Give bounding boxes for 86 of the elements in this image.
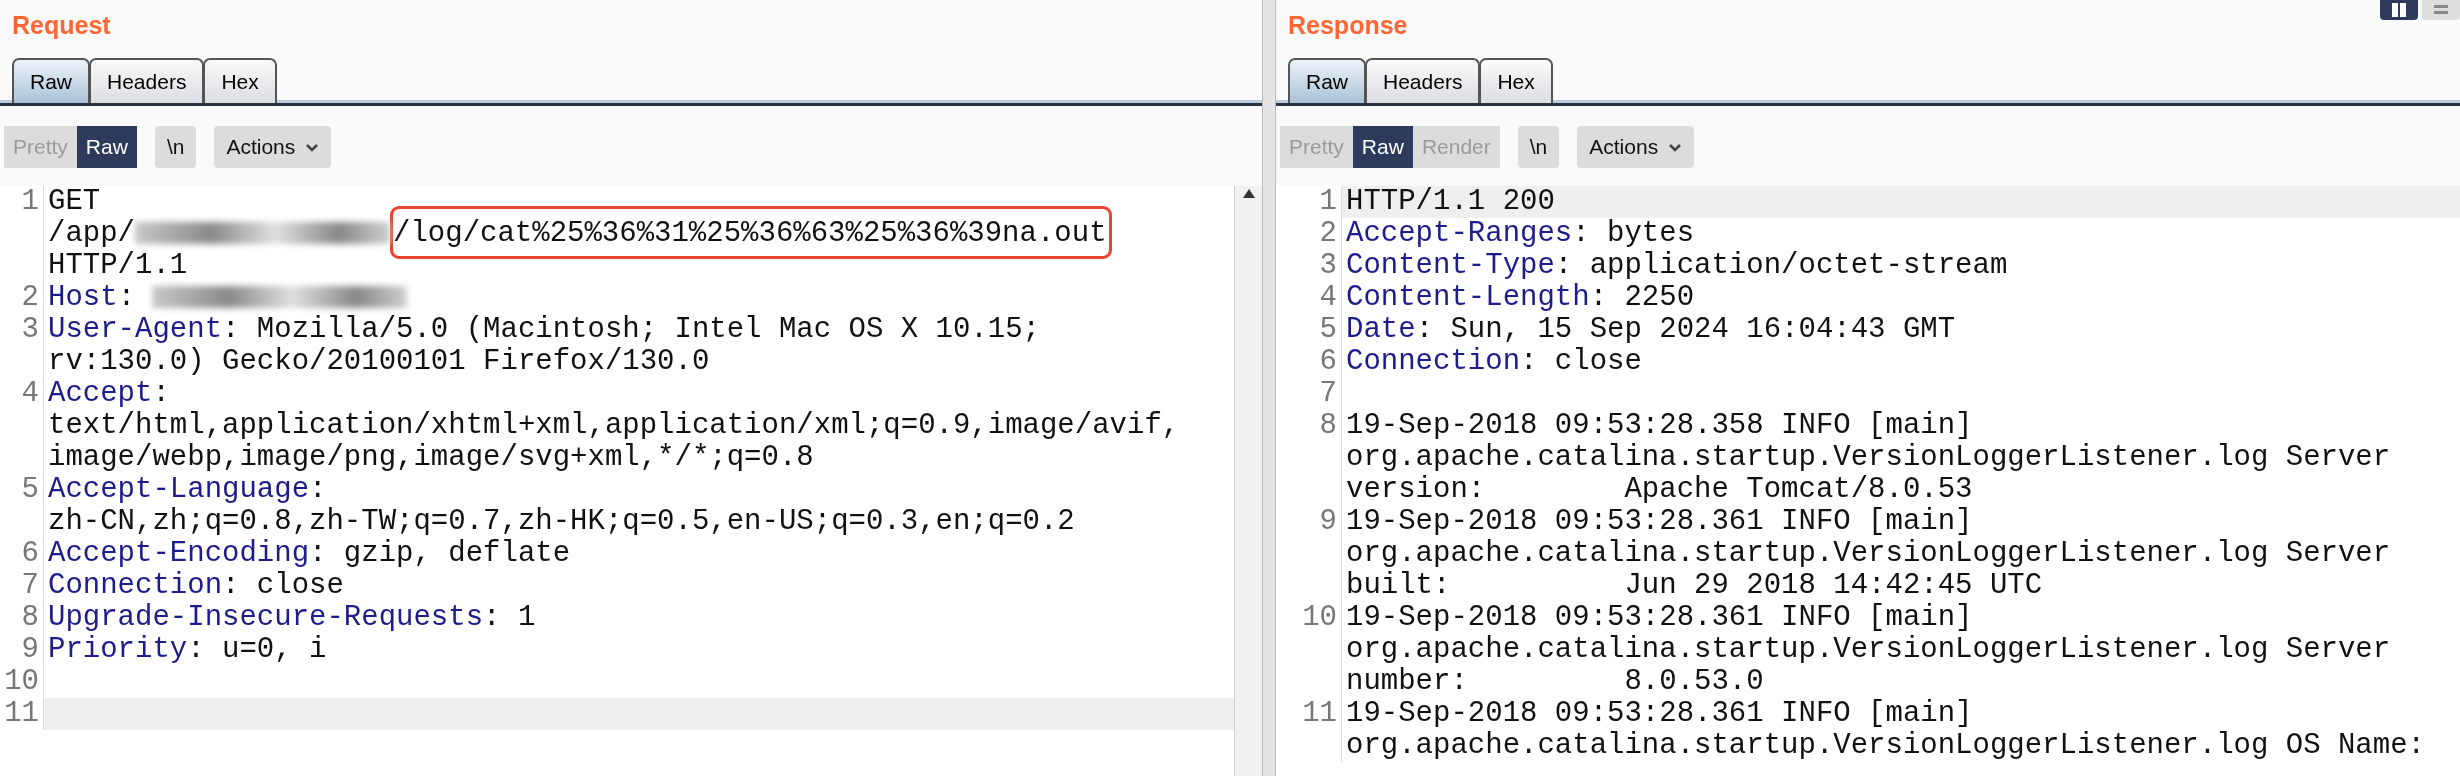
- tab[interactable]: Raw: [12, 57, 90, 103]
- caret-icon: [1668, 141, 1683, 152]
- tab[interactable]: Headers: [89, 57, 205, 103]
- pane-title: Response: [1288, 10, 1408, 41]
- code-text: version: Apache Tomcat/8.0.53: [1346, 472, 1973, 506]
- header-name: Accept-Ranges: [1346, 216, 1573, 250]
- actions-button[interactable]: Actions: [214, 126, 332, 168]
- line-number: 1: [0, 185, 44, 282]
- caret-icon: [305, 141, 320, 152]
- line-number: 7: [0, 569, 44, 602]
- tab[interactable]: Hex: [1479, 57, 1553, 103]
- header-name: Connection: [1346, 344, 1521, 378]
- view-mode-button[interactable]: Raw: [1352, 126, 1413, 168]
- line-number: 10: [0, 665, 44, 698]
- line-number: 8: [1276, 409, 1342, 506]
- code-text: org.apache.catalina.startup.VersionLoggerListener.log OS Name:: [1346, 728, 2425, 762]
- view-mode-button[interactable]: Raw: [76, 126, 137, 168]
- line-number: 10: [1276, 601, 1342, 698]
- tab[interactable]: Headers: [1365, 57, 1481, 103]
- newline-button[interactable]: \n: [154, 126, 197, 168]
- header-name: User-Agent: [48, 312, 223, 346]
- line-number: 4: [0, 377, 44, 474]
- code-text: built: Jun 29 2018 14:42:45 UTC: [1346, 568, 2043, 602]
- code-text: : u=0, i: [187, 632, 327, 666]
- code-text: :: [152, 376, 170, 410]
- code-text: org.apache.catalina.startup.VersionLoggerListener.log Server: [1346, 632, 2391, 666]
- code-text: :: [309, 472, 327, 506]
- line-number: 8: [0, 601, 44, 634]
- code-text: : close: [222, 568, 344, 602]
- header-name: Content-Length: [1346, 280, 1590, 314]
- highlighted-path: /log/cat%25%36%31%25%36%63%25%36%39na.out: [390, 205, 1112, 259]
- header-name: Accept-Language: [48, 472, 310, 506]
- line-number: 2: [0, 281, 44, 314]
- code-text: : application/octet-stream: [1554, 248, 2008, 282]
- line-number: 11: [1276, 697, 1342, 762]
- code-text: HTTP/1.1 200: [1346, 184, 1555, 218]
- actions-button[interactable]: Actions: [1577, 126, 1695, 168]
- line-number: 9: [0, 633, 44, 666]
- header-name: Content-Type: [1346, 248, 1555, 282]
- line-number: 5: [1276, 313, 1342, 346]
- code-text: 19-Sep-2018 09:53:28.361 INFO [main]: [1346, 504, 1973, 538]
- code-text: image/webp,image/png,image/svg+xml,*/*;q=0.8: [48, 440, 814, 474]
- line-number: 9: [1276, 505, 1342, 602]
- header-name: Accept-Encoding: [48, 536, 310, 570]
- code-text: zh-CN,zh;q=0.8,zh-TW;q=0.7,zh-HK;q=0.5,en-US;q=0.3,en;q=0.2: [48, 504, 1075, 538]
- header-name: Accept: [48, 376, 153, 410]
- code-text: : close: [1520, 344, 1642, 378]
- code-text: 19-Sep-2018 09:53:28.358 INFO [main]: [1346, 408, 1973, 442]
- code-text: 19-Sep-2018 09:53:28.361 INFO [main]: [1346, 600, 1973, 634]
- pane-title: Request: [12, 10, 111, 41]
- code-text: : Mozilla/5.0 (Macintosh; Intel Mac OS X 10.15;: [222, 312, 1040, 346]
- line-number: 6: [1276, 345, 1342, 378]
- tab[interactable]: Hex: [203, 57, 277, 103]
- code-text: : bytes: [1572, 216, 1695, 250]
- header-name: Date: [1346, 312, 1416, 346]
- line-number: 6: [0, 537, 44, 570]
- header-name: Upgrade-Insecure-Requests: [48, 600, 484, 634]
- code-text: text/html,application/xhtml+xml,application/xml;q=0.9,image/avif,: [48, 408, 1180, 442]
- line-number: 3: [1276, 249, 1342, 282]
- code-text: /app/: [48, 216, 135, 250]
- code-text: : Sun, 15 Sep 2024 16:04:43 GMT: [1415, 312, 1956, 346]
- code-text: : 1: [483, 600, 536, 634]
- code-text: 19-Sep-2018 09:53:28.361 INFO [main]: [1346, 696, 1973, 730]
- code-text: :: [117, 280, 137, 314]
- line-number: 7: [1276, 377, 1342, 410]
- columns-icon: [2391, 2, 2407, 18]
- code-text: GET: [48, 184, 101, 218]
- tab[interactable]: Raw: [1288, 57, 1366, 103]
- line-number: 5: [0, 473, 44, 538]
- code-text: number: 8.0.53.0: [1346, 664, 1764, 698]
- line-number: 2: [1276, 217, 1342, 250]
- code-text: : 2250: [1589, 280, 1695, 314]
- header-name: Priority: [48, 632, 188, 666]
- code-text: rv:130.0) Gecko/20100101 Firefox/130.0: [48, 344, 710, 378]
- newline-button[interactable]: \n: [1517, 126, 1560, 168]
- line-number: 4: [1276, 281, 1342, 314]
- code-text: org.apache.catalina.startup.VersionLoggerListener.log Server: [1346, 536, 2391, 570]
- code-text: org.apache.catalina.startup.VersionLoggerListener.log Server: [1346, 440, 2391, 474]
- line-number: 3: [0, 313, 44, 378]
- header-name: Connection: [48, 568, 223, 602]
- layout-toggle[interactable]: [2380, 0, 2418, 20]
- layout-toggle[interactable]: [2422, 0, 2460, 20]
- code-text: : gzip, deflate: [309, 536, 571, 570]
- rows-icon: [2433, 3, 2449, 17]
- code-text: HTTP/1.1: [48, 248, 188, 282]
- header-name: Host: [48, 280, 118, 314]
